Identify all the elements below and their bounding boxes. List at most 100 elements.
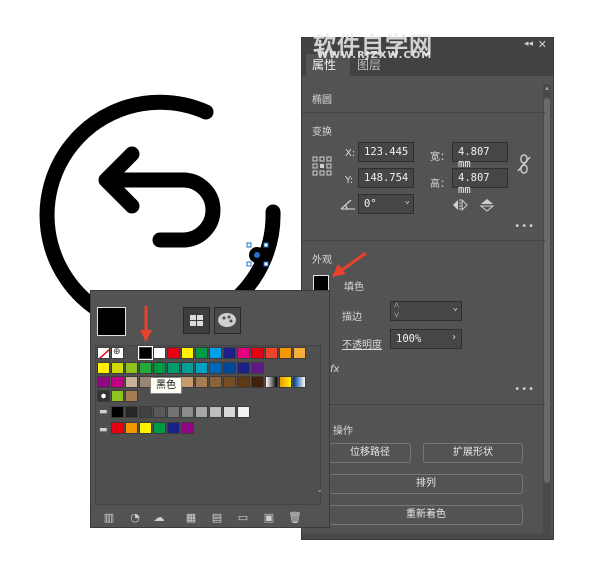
panel-resize-grip[interactable]: [302, 533, 553, 539]
registration-swatch[interactable]: ⊕: [111, 347, 124, 359]
height-field[interactable]: 4.807 mm: [452, 168, 508, 196]
color-swatch[interactable]: [279, 347, 292, 359]
swatch-libraries-icon[interactable]: ▥: [101, 511, 117, 525]
scroll-up-arrow[interactable]: ▴: [543, 84, 551, 94]
flip-vertical-icon[interactable]: [480, 198, 494, 212]
color-swatch[interactable]: [195, 347, 208, 359]
opacity-label[interactable]: 不透明度: [342, 336, 382, 351]
arrange-button[interactable]: 排列: [329, 474, 523, 494]
y-position-field[interactable]: 148.754: [358, 168, 414, 188]
color-swatch[interactable]: [153, 347, 166, 359]
color-swatch[interactable]: [251, 376, 264, 388]
stroke-stepper-icon[interactable]: ˄ ˅: [394, 301, 399, 321]
color-swatch[interactable]: [167, 422, 180, 434]
color-swatch[interactable]: [181, 422, 194, 434]
color-swatch[interactable]: [167, 406, 180, 418]
color-swatch[interactable]: [265, 347, 278, 359]
scrollbar-thumb[interactable]: [544, 98, 550, 483]
color-swatch[interactable]: [111, 422, 124, 434]
flip-horizontal-icon[interactable]: [452, 199, 468, 211]
color-swatch[interactable]: [181, 347, 194, 359]
gradient-swatch-white-black[interactable]: [265, 376, 278, 388]
pattern-swatch-texture[interactable]: [125, 390, 138, 402]
expand-shape-button[interactable]: 扩展形状: [423, 443, 523, 463]
cloud-library-icon[interactable]: ☁: [151, 511, 167, 525]
offset-path-button[interactable]: 位移路径: [329, 443, 411, 463]
color-swatch[interactable]: [209, 376, 222, 388]
color-swatch[interactable]: [251, 347, 264, 359]
chevron-down-icon[interactable]: ⌄: [405, 196, 410, 206]
color-swatch[interactable]: [153, 406, 166, 418]
color-swatch[interactable]: [139, 406, 152, 418]
scroll-down-arrow[interactable]: ⌄: [316, 485, 323, 494]
delete-swatch-trash-icon[interactable]: 🗑: [287, 511, 303, 525]
chevron-down-icon[interactable]: ⌄: [453, 303, 458, 313]
reference-point-icon[interactable]: [312, 156, 332, 176]
gradient-swatch-blue[interactable]: [293, 376, 306, 388]
rotate-angle-field[interactable]: 0° ⌄: [358, 194, 414, 214]
close-panel-button[interactable]: ✕: [538, 38, 547, 51]
color-swatch[interactable]: [125, 406, 138, 418]
color-swatch[interactable]: [97, 376, 110, 388]
color-swatch[interactable]: [153, 362, 166, 374]
collapse-panel-button[interactable]: ◂◂: [524, 39, 533, 49]
show-kinds-icon[interactable]: ◔: [127, 511, 143, 525]
color-swatch[interactable]: [223, 376, 236, 388]
color-swatch[interactable]: [181, 376, 194, 388]
color-swatch[interactable]: [251, 362, 264, 374]
color-swatch[interactable]: [209, 406, 222, 418]
color-swatch[interactable]: [209, 362, 222, 374]
new-color-group-folder-icon[interactable]: ▭: [235, 511, 251, 525]
color-swatch[interactable]: [181, 406, 194, 418]
color-swatch[interactable]: [223, 347, 236, 359]
color-swatch[interactable]: [139, 362, 152, 374]
gradient-swatch-orange-yellow[interactable]: [279, 376, 292, 388]
pattern-swatch-leaf[interactable]: [111, 390, 124, 402]
color-swatch[interactable]: [195, 362, 208, 374]
color-swatch[interactable]: [237, 347, 250, 359]
color-swatch[interactable]: [195, 376, 208, 388]
color-group-icon[interactable]: ▤: [209, 511, 225, 525]
fill-color-swatch[interactable]: [313, 275, 329, 291]
color-swatch[interactable]: [139, 422, 152, 434]
transform-more-options[interactable]: •••: [514, 221, 535, 232]
color-swatch[interactable]: [167, 362, 180, 374]
width-field[interactable]: 4.807 mm: [452, 142, 508, 170]
swatch-options-icon[interactable]: ▦: [183, 511, 199, 525]
tab-layers[interactable]: 图层: [357, 56, 381, 73]
color-swatch[interactable]: [167, 347, 180, 359]
color-swatch[interactable]: [125, 362, 138, 374]
fx-label[interactable]: fx: [330, 364, 339, 375]
color-swatch[interactable]: [111, 406, 124, 418]
tab-properties[interactable]: 属性: [312, 56, 336, 73]
color-swatch[interactable]: [111, 362, 124, 374]
new-swatch-icon[interactable]: ▣: [261, 511, 277, 525]
color-swatch[interactable]: [97, 362, 110, 374]
constrain-proportions-icon[interactable]: [516, 154, 532, 174]
color-mixer-button[interactable]: [214, 307, 241, 334]
appearance-more-options[interactable]: •••: [514, 384, 535, 395]
none-swatch[interactable]: [97, 347, 110, 359]
color-swatch[interactable]: [181, 362, 194, 374]
panel-scrollbar[interactable]: ▴: [543, 84, 551, 536]
color-swatch[interactable]: [111, 376, 124, 388]
chevron-right-icon[interactable]: ›: [451, 332, 457, 343]
recolor-button[interactable]: 重新着色: [329, 505, 523, 525]
black-swatch[interactable]: [138, 346, 153, 360]
color-swatch[interactable]: [153, 422, 166, 434]
color-swatch[interactable]: [237, 406, 250, 418]
stroke-weight-field[interactable]: ˄ ˅ ⌄: [390, 301, 462, 321]
x-position-field[interactable]: 123.445: [358, 142, 414, 162]
color-swatch[interactable]: [237, 362, 250, 374]
color-swatch[interactable]: [293, 347, 306, 359]
color-swatch[interactable]: [195, 406, 208, 418]
gray-group-folder-icon[interactable]: ▬: [99, 407, 108, 417]
color-swatch[interactable]: [223, 406, 236, 418]
color-swatch[interactable]: [223, 362, 236, 374]
opacity-field[interactable]: 100% ›: [390, 329, 462, 349]
swatches-view-button[interactable]: [183, 307, 210, 334]
color-swatch[interactable]: [237, 376, 250, 388]
pattern-swatch-dots[interactable]: [97, 390, 110, 402]
color-swatch[interactable]: [125, 376, 138, 388]
bright-group-folder-icon[interactable]: ▬: [99, 425, 108, 435]
